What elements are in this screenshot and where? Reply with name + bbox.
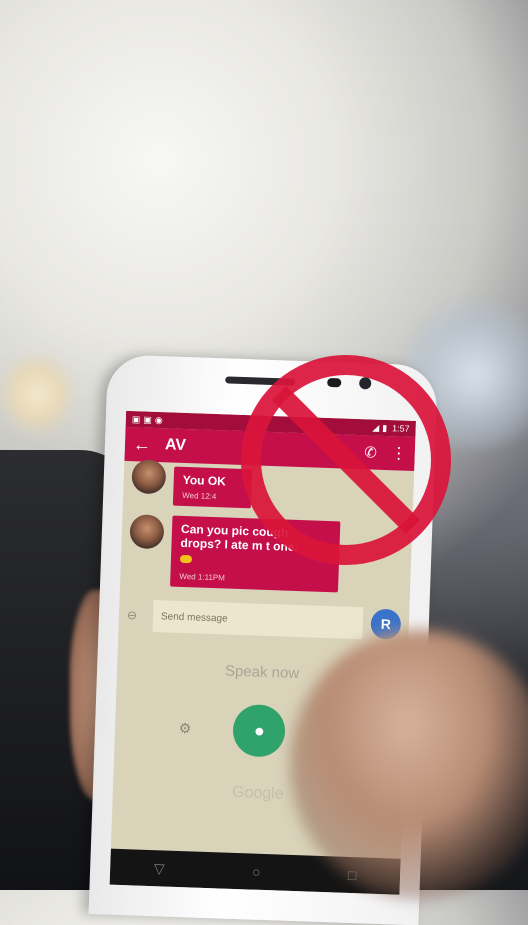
mic-icon: ●	[254, 720, 266, 741]
settings-icon[interactable]: ⚙	[179, 719, 192, 736]
avatar	[131, 459, 166, 494]
back-nav-icon[interactable]: ▽	[154, 860, 165, 877]
back-arrow-icon[interactable]: ←	[133, 434, 152, 456]
message-time: Wed 12:4	[182, 491, 242, 502]
contact-name: AV	[165, 436, 187, 455]
message-text: You OK	[183, 473, 243, 489]
mic-button[interactable]: ●	[232, 704, 286, 758]
background-light-bokeh	[4, 352, 70, 436]
attach-icon[interactable]: ⊖	[127, 608, 153, 623]
notification-icon: ▣	[143, 414, 152, 425]
prohibition-sign	[236, 350, 456, 570]
avatar	[129, 514, 164, 549]
emoji-icon	[180, 555, 192, 563]
notification-icon: ◉	[155, 414, 163, 425]
send-message-input[interactable]: Send message	[152, 600, 363, 639]
home-nav-icon[interactable]: ○	[252, 864, 261, 880]
compose-bar: ⊖ Send message R	[126, 599, 401, 641]
notification-icon: ▣	[132, 414, 141, 425]
prohibition-slash	[279, 393, 413, 527]
message-time: Wed 1:11PM	[179, 572, 329, 586]
